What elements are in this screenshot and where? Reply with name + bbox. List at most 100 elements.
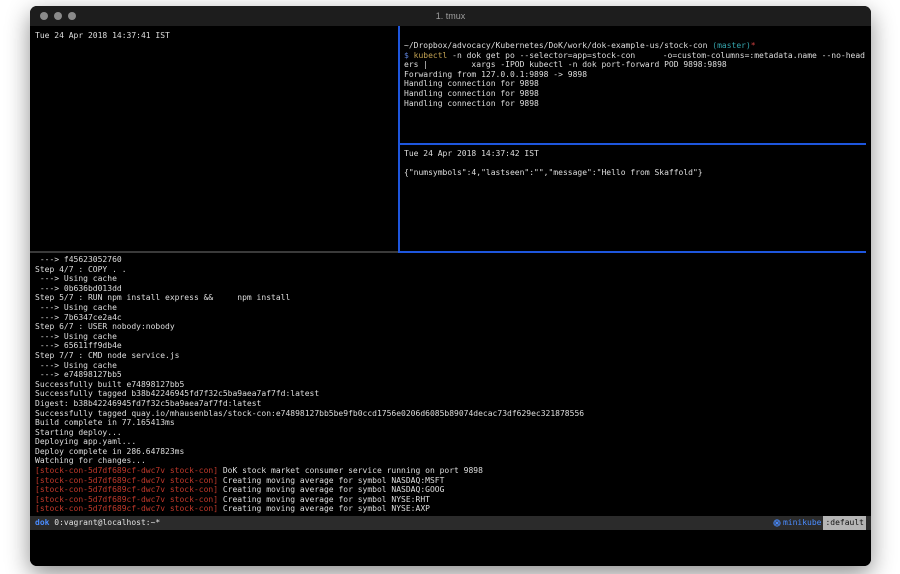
build-log-line: Starting deploy...	[35, 428, 866, 438]
build-log-line: Deploying app.yaml...	[35, 437, 866, 447]
maximize-button-icon[interactable]	[68, 12, 76, 20]
pane-divider-vertical[interactable]	[398, 26, 400, 253]
build-log-line: Successfully built e74898127bb5	[35, 380, 866, 390]
handling-line: Handling connection for 9898	[404, 89, 865, 99]
git-branch: (master)	[712, 41, 751, 50]
blank-line	[35, 41, 395, 51]
container-log-line: [stock-con-5d7df689cf-dwc7v stock-con]Cr…	[35, 495, 866, 505]
table-row: po/stock-con-5d7df689cf-dwc7v1/1Running0…	[35, 98, 395, 108]
build-log-line: Deploy complete in 286.647823ms	[35, 447, 866, 457]
build-log-line: ---> 65611ff9db4e	[35, 341, 866, 351]
log-message: Creating moving average for symbol NYSE:…	[218, 495, 430, 504]
build-log-lines: ---> f45623052760Step 4/7 : COPY . . ---…	[35, 255, 866, 466]
command-left: $ kubectl -n dok get po --selector=app=s…	[404, 51, 635, 61]
pane-skaffold-log[interactable]: ---> f45623052760Step 4/7 : COPY . . ---…	[35, 255, 866, 515]
handling-lines: Handling connection for 9898Handling con…	[404, 79, 865, 108]
build-log-line: Digest: b38b42246945fd7f32c5ba9aea7af7fd…	[35, 399, 866, 409]
terminal-window: 1. tmux Tue 24 Apr 2018 14:37:41 IST NAM…	[30, 6, 871, 566]
window-name[interactable]: 0:vagrant@localhost:~*	[54, 518, 160, 527]
table-header-row: NAMETYPECLUSTER-IPEXTERNAL-IPPORT(S)AGE	[35, 127, 395, 137]
build-log-line: ---> 7b6347ce2a4c	[35, 313, 866, 323]
table-row: svc/stock-genClusterIP10.100.35.71<none>…	[35, 146, 395, 156]
log-message: Creating moving average for symbol NYSE:…	[218, 504, 430, 513]
desktop-background: 1. tmux Tue 24 Apr 2018 14:37:41 IST NAM…	[0, 0, 900, 574]
pod-prefix: [stock-con-5d7df689cf-dwc7v stock-con]	[35, 504, 218, 513]
build-log-line: ---> e74898127bb5	[35, 370, 866, 380]
blank-line	[404, 159, 865, 169]
handling-line: Handling connection for 9898	[404, 79, 865, 89]
blank-line	[35, 117, 395, 127]
pane-divider-horizontal-right[interactable]	[400, 143, 866, 145]
build-log-line: Successfully tagged b38b42246945fd7f32c5…	[35, 389, 866, 399]
session-name[interactable]: dok	[35, 518, 49, 527]
pods-table: NAMEREADYSTATUSRESTARTSAGE po/stock-con-…	[35, 89, 395, 118]
status-right: minikube:default	[773, 516, 866, 530]
tmux-status-bar: dok 0:vagrant@localhost:~* minikube:defa…	[30, 516, 871, 530]
pane-divider-horizontal-right-bottom[interactable]	[398, 251, 866, 253]
pane-port-forward[interactable]: ~/Dropbox/advocacy/Kubernetes/DoK/work/d…	[404, 41, 865, 141]
window-titlebar[interactable]: 1. tmux	[30, 6, 871, 26]
window-title: 1. tmux	[30, 6, 871, 26]
pod-prefix: [stock-con-5d7df689cf-dwc7v stock-con]	[35, 495, 218, 504]
git-dirty-flag: *	[751, 41, 756, 50]
kubernetes-wheel-icon	[773, 519, 781, 527]
table-row: po/stock-gen-576cc688bb-277hx1/1Running0…	[35, 108, 395, 118]
services-rows: svc/stock-conClusterIP10.109.186.46<none…	[35, 137, 395, 156]
table-row: svc/stock-conClusterIP10.109.186.46<none…	[35, 137, 395, 147]
right-pane-timestamp: Tue 24 Apr 2018 14:37:42 IST	[404, 149, 865, 159]
container-log-line: [stock-con-5d7df689cf-dwc7v stock-con]Cr…	[35, 504, 866, 514]
forwarding-line: Forwarding from 127.0.0.1:9898 -> 9898	[404, 70, 865, 80]
build-log-line: ---> Using cache	[35, 303, 866, 313]
pane-divider-horizontal-left[interactable]	[30, 251, 398, 253]
minimize-button-icon[interactable]	[54, 12, 62, 20]
build-log-line: Step 4/7 : COPY . .	[35, 265, 866, 275]
build-log-line: Step 7/7 : CMD node service.js	[35, 351, 866, 361]
build-log-line: Watching for changes...	[35, 456, 866, 466]
build-log-line: ---> Using cache	[35, 361, 866, 371]
pod-prefix: [stock-con-5d7df689cf-dwc7v stock-con]	[35, 485, 218, 494]
table-header-row: NAMEDESIREDCURRENTUP-TO-DATEAVAILABLEAGE	[35, 50, 395, 60]
command-tail: -o=custom-columns=:metadata.name --no-he…	[663, 51, 865, 61]
build-log-line: Step 5/7 : RUN npm install express && np…	[35, 293, 866, 303]
window-controls	[40, 12, 76, 20]
close-button-icon[interactable]	[40, 12, 48, 20]
command-wrap-line: ers | xargs -IPOD kubectl -n dok port-fo…	[404, 60, 865, 70]
container-log-line: [stock-con-5d7df689cf-dwc7v stock-con]Do…	[35, 466, 866, 476]
table-row: deploy/stock-gen111132s	[35, 69, 395, 79]
status-left: dok 0:vagrant@localhost:~*	[35, 516, 160, 530]
container-log-line: [stock-con-5d7df689cf-dwc7v stock-con]Cr…	[35, 476, 866, 486]
handling-line: Handling connection for 9898	[404, 99, 865, 109]
kube-context: minikube	[783, 516, 822, 530]
build-log-line: ---> 0b636bd013dd	[35, 284, 866, 294]
json-response-line: {"numsymbols":4,"lastseen":"","message":…	[404, 168, 865, 178]
blank-line	[35, 79, 395, 89]
container-log-line: [stock-con-5d7df689cf-dwc7v stock-con]Cr…	[35, 485, 866, 495]
kube-namespace: :default	[823, 516, 866, 530]
log-message: Creating moving average for symbol NASDA…	[218, 485, 444, 494]
pane-service-response[interactable]: Tue 24 Apr 2018 14:37:42 IST {"numsymbol…	[404, 149, 865, 249]
pods-rows: po/stock-con-5d7df689cf-dwc7v1/1Running0…	[35, 98, 395, 117]
log-message: DoK stock market consumer service runnin…	[218, 466, 483, 475]
command-args: -n dok get po --selector=app=stock-con	[447, 51, 635, 60]
prompt-symbol: $	[404, 51, 414, 60]
build-log-line: Successfully tagged quay.io/mhausenblas/…	[35, 409, 866, 419]
log-message: Creating moving average for symbol NASDA…	[218, 476, 444, 485]
cwd-path: ~/Dropbox/advocacy/Kubernetes/DoK/work/d…	[404, 41, 712, 50]
tmux-terminal: Tue 24 Apr 2018 14:37:41 IST NAMEDESIRED…	[30, 26, 871, 566]
command-name: kubectl	[414, 51, 448, 60]
pane-kubectl-watch[interactable]: Tue 24 Apr 2018 14:37:41 IST NAMEDESIRED…	[35, 31, 395, 156]
container-log-lines: [stock-con-5d7df689cf-dwc7v stock-con]Do…	[35, 466, 866, 514]
build-log-line: Step 6/7 : USER nobody:nobody	[35, 322, 866, 332]
build-log-line: ---> Using cache	[35, 274, 866, 284]
deployments-rows: deploy/stock-con111113s deploy/stock-gen…	[35, 60, 395, 79]
build-log-line: ---> Using cache	[35, 332, 866, 342]
left-pane-timestamp: Tue 24 Apr 2018 14:37:41 IST	[35, 31, 395, 41]
pod-prefix: [stock-con-5d7df689cf-dwc7v stock-con]	[35, 476, 218, 485]
shell-command-line: $ kubectl -n dok get po --selector=app=s…	[404, 51, 865, 61]
services-table: NAMETYPECLUSTER-IPEXTERNAL-IPPORT(S)AGE …	[35, 127, 395, 156]
build-log-line: Build complete in 77.165413ms	[35, 418, 866, 428]
table-header-row: NAMEREADYSTATUSRESTARTSAGE	[35, 89, 395, 99]
shell-path-line: ~/Dropbox/advocacy/Kubernetes/DoK/work/d…	[404, 41, 865, 51]
pod-prefix: [stock-con-5d7df689cf-dwc7v stock-con]	[35, 466, 218, 475]
deployments-table: NAMEDESIREDCURRENTUP-TO-DATEAVAILABLEAGE…	[35, 50, 395, 79]
